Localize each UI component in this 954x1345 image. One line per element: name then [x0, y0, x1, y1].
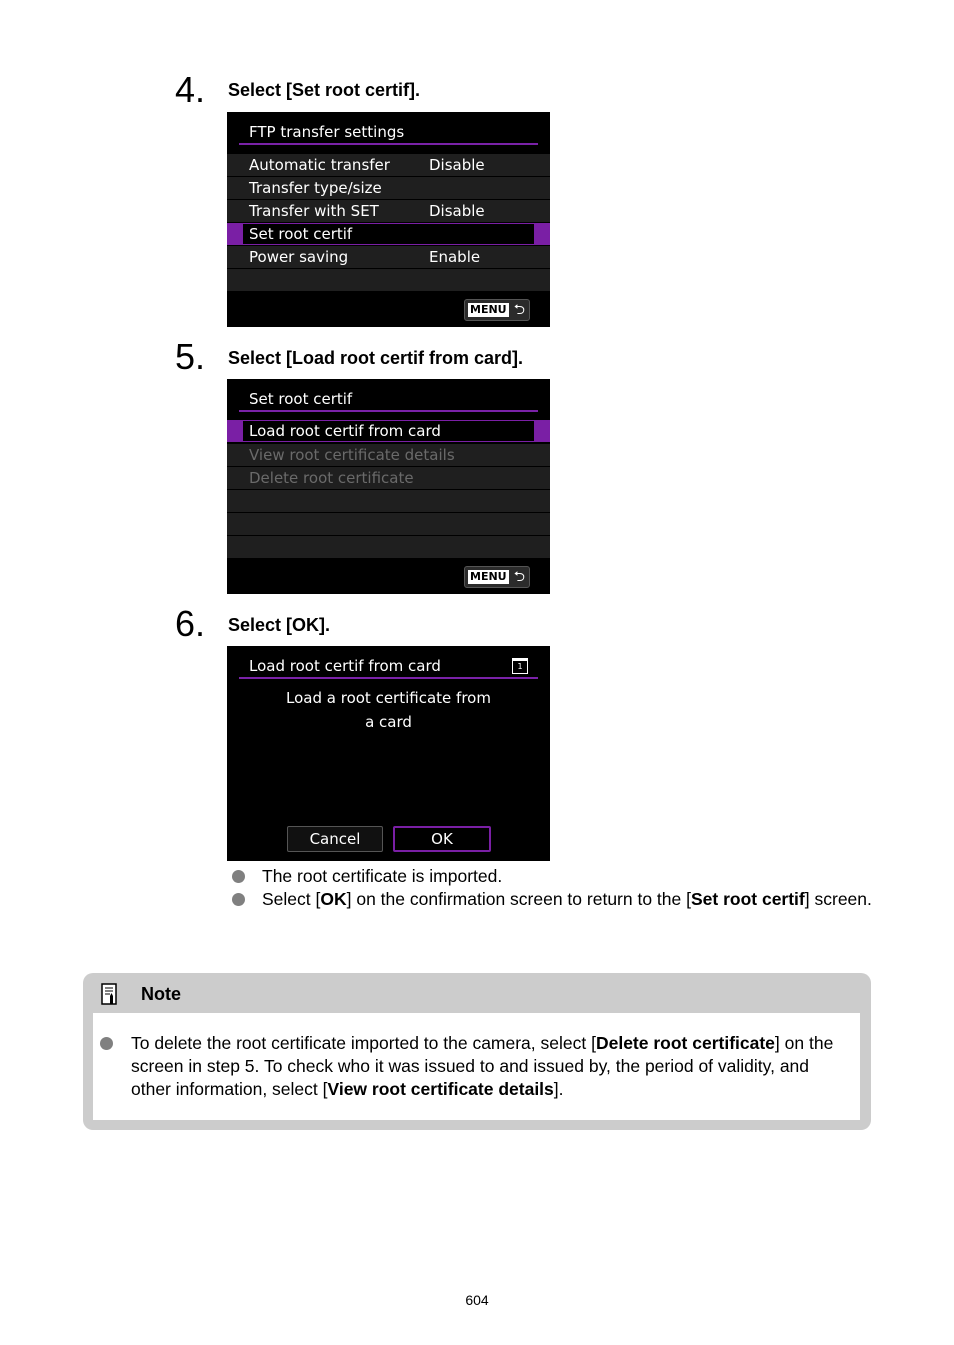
bullet-dot-icon	[232, 893, 245, 906]
bullet-dot-icon	[232, 870, 245, 883]
note-text-segment: ].	[553, 1079, 564, 1099]
camera-screen-ftp-transfer-settings: FTP transfer settings Automatic transfer…	[227, 112, 550, 327]
step-number: 4.	[175, 69, 206, 110]
bullet-dot-icon	[100, 1037, 113, 1050]
return-arrow-icon: ⮌	[513, 569, 525, 585]
row-label: Power saving	[249, 248, 349, 266]
menu-row-power-saving[interactable]: Power saving Enable	[227, 246, 550, 268]
row-label: Transfer type/size	[249, 179, 382, 197]
bullet-item: Select [OK] on the confirmation screen t…	[232, 888, 872, 911]
ok-button[interactable]: OK	[393, 826, 491, 852]
dialog-message-line-1: Load a root certificate from	[286, 689, 491, 707]
step-number: 6.	[175, 603, 206, 644]
menu-row-set-root-certif[interactable]: Set root certif	[227, 223, 550, 245]
menu-row-transfer-with-set[interactable]: Transfer with SET Disable	[227, 200, 550, 222]
bullet-item: The root certificate is imported.	[232, 865, 882, 888]
step-title: Select [Set root certif].	[228, 80, 421, 100]
menu-row-transfer-type-size[interactable]: Transfer type/size	[227, 177, 550, 199]
step-number: 5.	[175, 336, 206, 377]
menu-back-button[interactable]: MENU ⮌	[464, 566, 530, 588]
bullet-text: The root certificate is imported.	[262, 866, 503, 886]
note-heading: Note	[141, 984, 181, 1004]
menu-row-empty	[227, 490, 550, 512]
row-label: Delete root certificate	[249, 469, 414, 487]
page-number: 604	[465, 1292, 489, 1308]
menu-row-automatic-transfer[interactable]: Automatic transfer Disable	[227, 154, 550, 176]
title-divider	[239, 677, 538, 679]
row-label: Transfer with SET	[249, 202, 379, 220]
step-title: Select [Load root certif from card].	[228, 348, 524, 368]
memo-pencil-icon	[101, 983, 117, 1005]
bullet-text-segment: ] screen.	[804, 889, 872, 909]
screen-title: FTP transfer settings	[249, 123, 405, 141]
row-value: Disable	[429, 156, 485, 174]
screen-title: Set root certif	[249, 390, 353, 408]
menu-row-delete-root-certificate[interactable]: Delete root certificate	[227, 467, 550, 489]
note-text: To delete the root certificate imported …	[100, 1032, 851, 1101]
note-text-bold: View root certificate details	[327, 1079, 554, 1099]
bullet-text-bold: OK	[320, 889, 347, 909]
menu-label: MENU	[468, 303, 509, 317]
menu-row-empty	[227, 513, 550, 535]
cancel-button[interactable]: Cancel	[287, 826, 383, 852]
note-text-segment: To delete the root certificate imported …	[131, 1033, 596, 1053]
row-label: Set root certif	[249, 225, 353, 243]
bullet-text-segment: ] on the confirmation screen to return t…	[346, 889, 691, 909]
camera-screen-load-root-certif-dialog: Load root certif from card 1 Load a root…	[227, 646, 550, 861]
menu-row-empty	[227, 536, 550, 558]
bullet-text-bold: Set root certif	[690, 889, 805, 909]
memory-card-icon: 1	[512, 658, 528, 674]
menu-back-button[interactable]: MENU ⮌	[464, 299, 530, 321]
dialog-message: Load a root certificate from a card	[227, 686, 550, 734]
step-title: Select [OK].	[228, 615, 331, 635]
menu-row-view-root-certificate-details[interactable]: View root certificate details	[227, 444, 550, 466]
row-label: Load root certif from card	[249, 422, 441, 440]
title-divider	[239, 410, 538, 412]
note-body: To delete the root certificate imported …	[93, 1013, 860, 1120]
screen-title: Load root certif from card	[249, 657, 441, 675]
title-divider	[239, 143, 538, 145]
camera-screen-set-root-certif: Set root certif Load root certif from ca…	[227, 379, 550, 594]
menu-label: MENU	[468, 570, 509, 584]
row-value: Enable	[429, 248, 481, 266]
note-box: Note To delete the root certificate impo…	[83, 973, 871, 1130]
note-text-bold: Delete root certificate	[595, 1033, 775, 1053]
dialog-message-line-2: a card	[365, 713, 412, 731]
menu-row-load-root-certif[interactable]: Load root certif from card	[227, 420, 550, 442]
row-label: View root certificate details	[249, 446, 455, 464]
return-arrow-icon: ⮌	[513, 302, 525, 318]
menu-row-empty	[227, 269, 550, 291]
row-value: Disable	[429, 202, 485, 220]
bullet-text-segment: Select [	[262, 889, 321, 909]
row-label: Automatic transfer	[249, 156, 390, 174]
